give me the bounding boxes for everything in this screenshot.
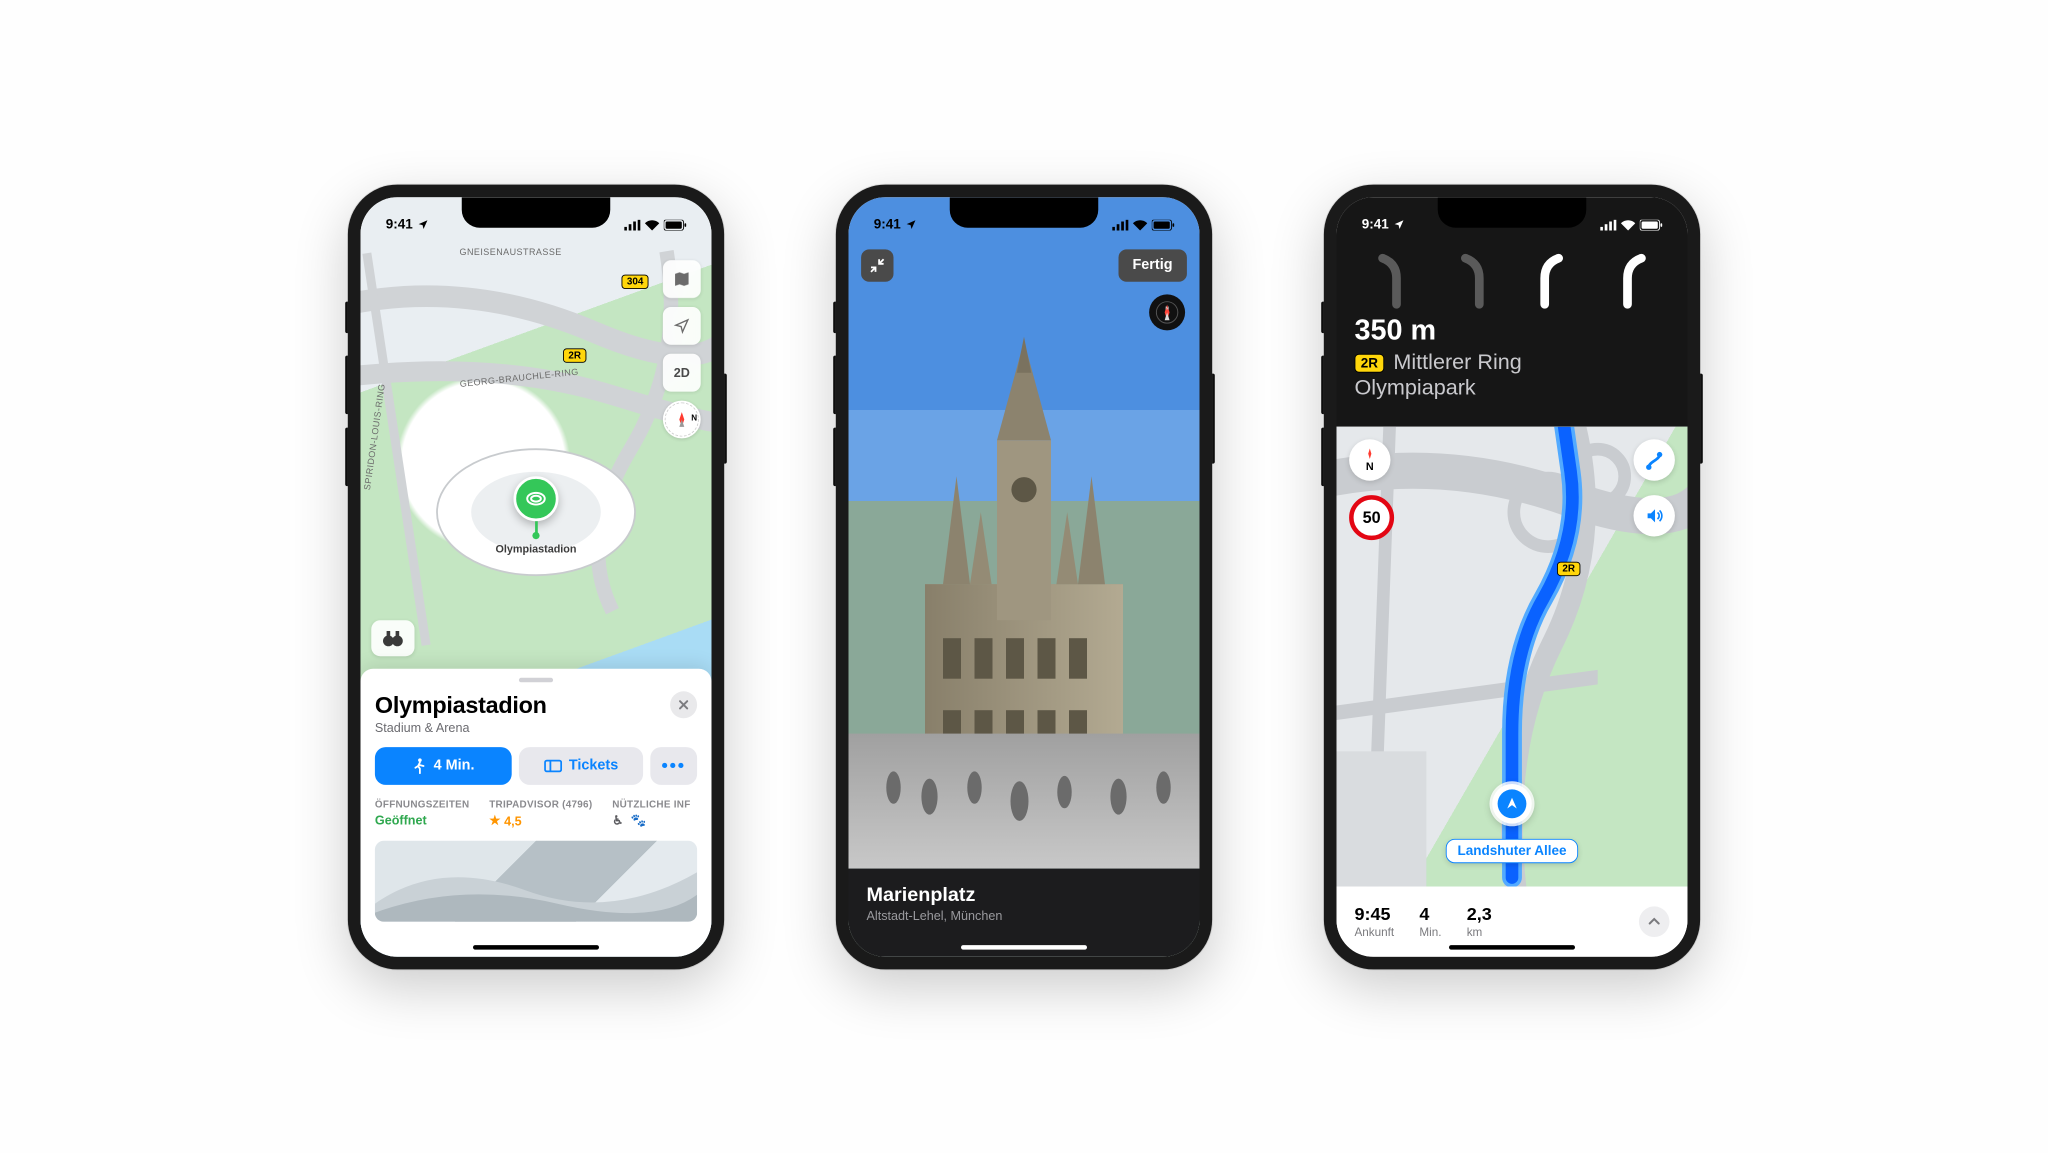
useful-info: NÜTZLICHE INF ♿︎ 🐾 — [612, 799, 690, 828]
location-title: Marienplatz — [867, 883, 1182, 906]
map-mode-button[interactable] — [663, 260, 701, 298]
map-icon — [673, 270, 691, 288]
compass-needle-icon — [1364, 447, 1377, 460]
route-shield: 2R — [1355, 353, 1385, 372]
more-button[interactable]: ••• — [650, 747, 697, 785]
status-time: 9:41 — [1362, 217, 1389, 232]
heading-arrow-icon — [1504, 795, 1520, 811]
status-time: 9:41 — [386, 217, 413, 232]
nav-toward: Olympiapark — [1355, 375, 1670, 400]
wheelchair-icon: ♿︎ — [612, 812, 623, 827]
compass-button[interactable]: N — [1349, 439, 1390, 480]
eta-distance: 2,3 km — [1467, 904, 1492, 938]
route-shield: 2R — [563, 348, 586, 362]
lane-arrow-left-icon — [1445, 246, 1497, 309]
ticket-icon — [544, 758, 562, 772]
rating-info: TRIPADVISOR (4796) ★4,5 — [489, 799, 592, 828]
location-services-icon — [1393, 218, 1405, 230]
route-overview-button[interactable] — [1634, 439, 1675, 480]
plaza-ground — [849, 733, 1200, 868]
compass-button[interactable]: N — [663, 400, 701, 438]
audio-button[interactable] — [1634, 495, 1675, 536]
speed-limit-sign: 50 — [1349, 495, 1394, 540]
minimize-button[interactable] — [861, 249, 893, 281]
collapse-icon — [869, 257, 885, 273]
status-indicators — [1112, 219, 1174, 230]
look-around-footer[interactable]: Marienplatz Altstadt-Lehel, München — [849, 868, 1200, 956]
road-label: GNEISENAUSTRASSE — [460, 247, 562, 257]
eta-time: 9:45 Ankunft — [1355, 904, 1395, 938]
close-icon — [678, 699, 689, 710]
navigation-map[interactable]: 2R N 50 Landshuter Allee — [1337, 426, 1688, 886]
location-services-icon — [417, 218, 429, 230]
look-around-button[interactable] — [371, 620, 414, 656]
speaker-icon — [1644, 505, 1664, 525]
expand-button[interactable] — [1639, 906, 1670, 937]
place-title: Olympiastadion — [375, 691, 547, 719]
place-category: Stadium & Arena — [375, 720, 547, 734]
star-icon: ★ — [489, 812, 500, 827]
phone-place-detail: 9:41 GNEISENAUSTRASSE GEORG-BRAUCHLE-RIN… — [348, 184, 724, 969]
compass-button[interactable]: N — [1149, 294, 1185, 330]
home-indicator[interactable] — [1449, 945, 1575, 950]
status-time: 9:41 — [874, 217, 901, 232]
map-pin[interactable]: Olympiastadion — [495, 476, 576, 555]
phone-navigation: 9:41 350 m 2R Mittlerer Ring Olympiapark — [1324, 184, 1700, 969]
stadium-icon — [514, 476, 559, 521]
done-button[interactable]: Fertig — [1118, 249, 1187, 281]
status-indicators — [1600, 219, 1662, 230]
route-shield: 304 — [622, 274, 649, 288]
location-subtitle: Altstadt-Lehel, München — [867, 908, 1182, 922]
pin-label: Olympiastadion — [495, 542, 576, 555]
svg-text:N: N — [1165, 305, 1169, 311]
tracking-button[interactable] — [663, 307, 701, 345]
photo-strip[interactable] — [375, 840, 697, 921]
lane-arrow-right-active-icon — [1610, 246, 1662, 309]
phone-look-around: 9:41 — [836, 184, 1212, 969]
status-indicators — [624, 219, 686, 230]
route-icon — [1643, 449, 1665, 471]
route-shield: 2R — [1557, 561, 1580, 575]
card-grabber[interactable] — [519, 677, 553, 682]
current-street-chip: Landshuter Allee — [1446, 838, 1578, 862]
lane-arrow-left-icon — [1362, 246, 1414, 309]
directions-button[interactable]: 4 Min. — [375, 747, 512, 785]
lane-arrow-right-active-icon — [1527, 246, 1579, 309]
close-button[interactable] — [670, 691, 697, 718]
compass-needle-icon — [672, 409, 692, 429]
chevron-up-icon — [1648, 915, 1661, 928]
pet-icon: 🐾 — [631, 812, 647, 827]
location-services-icon — [905, 218, 917, 230]
user-location-puck — [1492, 784, 1532, 824]
home-indicator[interactable] — [961, 945, 1087, 950]
eta-duration: 4 Min. — [1419, 904, 1441, 938]
nav-road: Mittlerer Ring — [1393, 350, 1521, 375]
place-card[interactable]: Olympiastadion Stadium & Arena 4 Min. Ti… — [361, 668, 712, 956]
home-indicator[interactable] — [473, 945, 599, 950]
walk-icon — [412, 757, 426, 773]
hours-info: ÖFFNUNGSZEITEN Geöffnet — [375, 799, 470, 828]
lane-guidance — [1355, 246, 1670, 309]
tickets-button[interactable]: Tickets — [519, 747, 643, 785]
location-arrow-icon — [674, 317, 690, 333]
nav-distance: 350 m — [1355, 313, 1670, 346]
binoculars-icon — [382, 629, 404, 647]
compass-icon: N — [1155, 300, 1178, 323]
2d-3d-toggle[interactable]: 2D — [663, 353, 701, 391]
